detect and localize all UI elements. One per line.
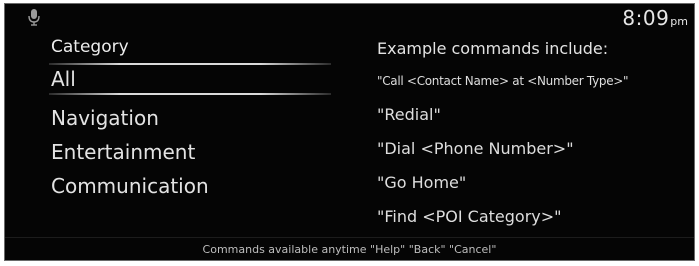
- status-bar: 8:09pm: [5, 4, 694, 30]
- example-command: "Find <POI Category>": [377, 207, 562, 226]
- clock-time: 8:09: [622, 6, 670, 30]
- category-item-all[interactable]: All: [49, 65, 335, 93]
- example-command: "Dial <Phone Number>": [377, 139, 574, 158]
- voice-commands-screen: 8:09pm Category All Navigation Entertain…: [4, 3, 695, 261]
- example-command: "Redial": [377, 105, 441, 124]
- category-item-navigation[interactable]: Navigation: [49, 101, 335, 135]
- category-list: Category All Navigation Entertainment Co…: [49, 34, 335, 203]
- example-command: "Call <Contact Name> at <Number Type>": [377, 74, 629, 88]
- clock: 8:09pm: [622, 6, 688, 30]
- footer-divider: [5, 237, 694, 238]
- microphone-icon: [28, 9, 40, 26]
- example-commands: Example commands include: "Call <Contact…: [377, 34, 689, 234]
- example-command: "Go Home": [377, 173, 467, 192]
- footer-hint: Commands available anytime "Help" "Back"…: [202, 243, 497, 256]
- example-commands-title: Example commands include:: [377, 39, 609, 58]
- selection-divider-bottom: [49, 93, 331, 95]
- category-item-communication[interactable]: Communication: [49, 169, 335, 203]
- category-item-entertainment[interactable]: Entertainment: [49, 135, 335, 169]
- clock-ampm: pm: [670, 15, 688, 28]
- category-title: Category: [51, 37, 129, 57]
